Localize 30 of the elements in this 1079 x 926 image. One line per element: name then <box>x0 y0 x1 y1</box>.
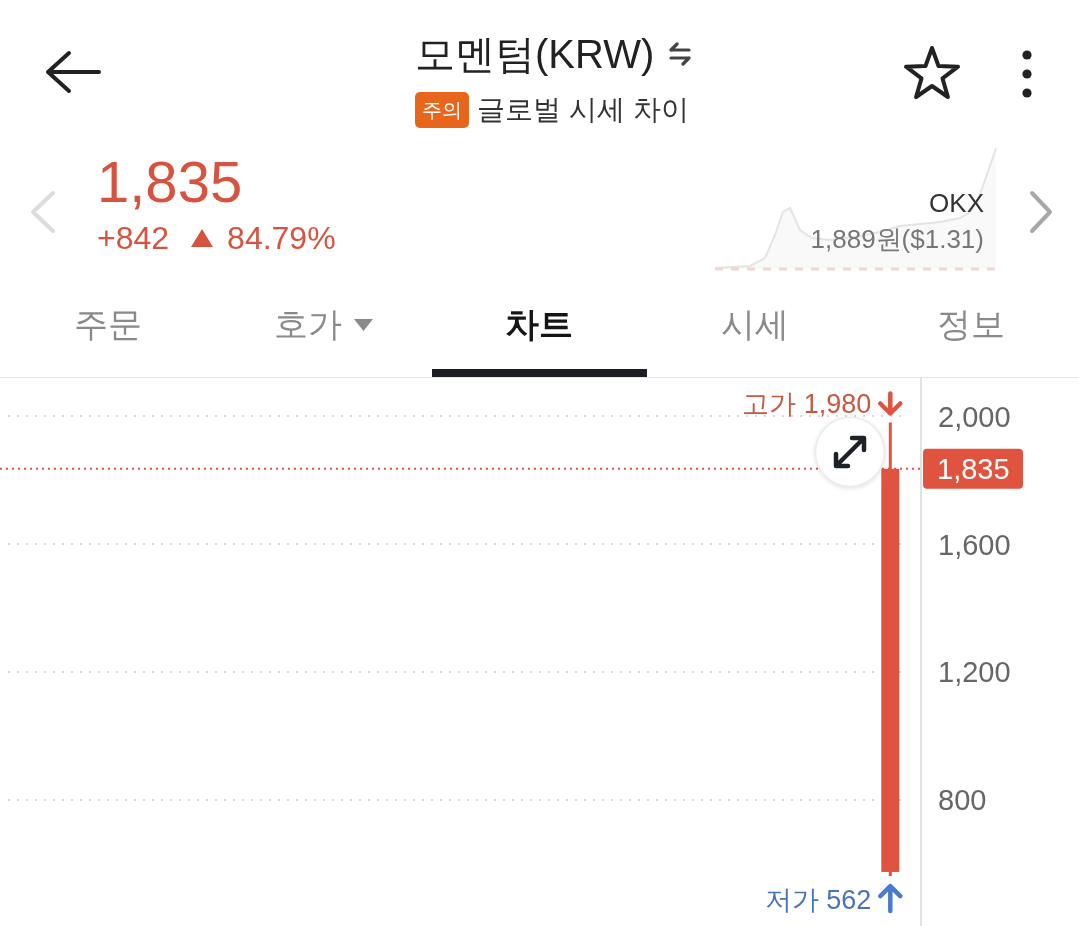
tab[interactable]: 호가 <box>215 280 432 377</box>
change-rate: 84.79% <box>227 220 336 256</box>
current-price-tag: 1,835 <box>923 448 1023 489</box>
arrow-left-icon[interactable] <box>45 50 101 94</box>
caret-down-icon[interactable] <box>354 318 374 331</box>
up-arrow-icon <box>878 883 903 914</box>
axis-tick-label: 1,600 <box>938 528 1011 561</box>
star-icon[interactable] <box>903 45 961 101</box>
price-change: +842 <box>97 220 170 256</box>
ref-line-label: 1,835 <box>937 453 1010 486</box>
current-price: 1,835 <box>97 150 244 214</box>
tab[interactable]: 주문 <box>0 280 216 377</box>
axis-tick-label: 800 <box>938 784 987 817</box>
axis-tick-label: 2,000 <box>938 400 1011 433</box>
kebab-menu-icon[interactable] <box>1022 50 1032 98</box>
tab[interactable]: 시세 <box>647 280 864 377</box>
tab[interactable]: 차트 <box>431 280 648 377</box>
exchange-price: 1,889원($1.31) <box>810 223 984 255</box>
page-title: 모멘텀(KRW) <box>415 31 655 78</box>
swap-arrows-icon[interactable] <box>668 42 693 66</box>
tab[interactable]: 정보 <box>863 280 1079 377</box>
warning-badge: 주의 <box>415 92 469 128</box>
up-triangle-icon <box>191 229 214 247</box>
low-price-label: 저가 562 <box>764 885 872 916</box>
axis-tick-label: 1,200 <box>938 656 1011 689</box>
down-arrow-icon <box>878 391 903 416</box>
exchange-name: OKX <box>929 187 984 219</box>
subtitle: 글로벌 시세 차이 <box>477 93 689 127</box>
high-price-label: 고가 1,980 <box>742 389 872 420</box>
expand-icon[interactable] <box>814 416 886 488</box>
